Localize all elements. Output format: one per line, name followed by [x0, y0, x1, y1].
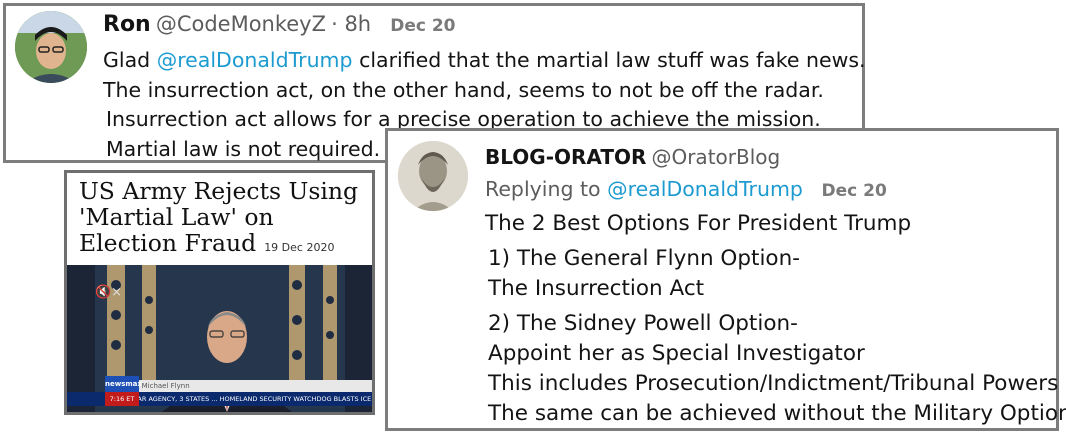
- article-headline[interactable]: US Army Rejects Using 'Martial Law' on E…: [79, 178, 369, 261]
- tweet-text-line: The Insurrection Act: [488, 276, 705, 301]
- tweet-text-line: The 2 Best Options For President Trump: [485, 211, 912, 236]
- news-article-card[interactable]: US Army Rejects Using 'Martial Law' on E…: [64, 170, 375, 415]
- speaker-muted-icon[interactable]: 🔇×: [95, 285, 122, 300]
- tweet-text-line: 2) The Sidney Powell Option-: [488, 311, 798, 336]
- author-name[interactable]: Ron: [103, 12, 151, 37]
- tweet-date: Dec 20: [821, 181, 887, 201]
- tweet-text-line: 1) The General Flynn Option-: [488, 246, 800, 271]
- author-name[interactable]: BLOG-ORATOR: [485, 145, 646, 169]
- mention-link[interactable]: @realDonaldTrump: [607, 177, 803, 201]
- video-player[interactable]: 🔇× Gen. Michael Flynn newsmax LIVE CLEAR…: [67, 265, 372, 412]
- tweet-text-line: Martial law is not required.: [106, 137, 381, 161]
- mention-link[interactable]: @realDonaldTrump: [157, 48, 353, 72]
- tweet-text-line: Appoint her as Special Investigator: [488, 341, 865, 366]
- tweet-card-blog-orator[interactable]: BLOG-ORATOR @OratorBlog Replying to @rea…: [385, 128, 1066, 431]
- avatar[interactable]: [398, 141, 468, 211]
- tweet-text-line: The insurrection act, on the other hand,…: [103, 78, 824, 102]
- tweet-date: Dec 20: [390, 16, 456, 36]
- replying-label: Replying to: [485, 177, 608, 201]
- author-handle[interactable]: @OratorBlog: [651, 145, 780, 169]
- article-date: 19 Dec 2020: [264, 241, 335, 254]
- newsmax-logo: newsmax: [105, 376, 142, 392]
- lower-third: Gen. Michael Flynn: [107, 380, 372, 392]
- text-segment: clarified that the martial law stuff was…: [352, 48, 866, 72]
- broadcast-clock: 7:16 ET: [105, 392, 139, 406]
- author-handle[interactable]: @CodeMonkeyZ: [156, 12, 326, 36]
- tweet-age: · 8h: [331, 12, 372, 36]
- tweet-text-line: Glad @realDonaldTrump clarified that the…: [103, 48, 866, 72]
- tweet-text-line: The same can be achieved without the Mil…: [488, 401, 1066, 426]
- avatar[interactable]: [15, 11, 87, 83]
- text-segment: Glad: [103, 48, 157, 72]
- tweet-text-line: This includes Prosecution/Indictment/Tri…: [488, 371, 1059, 396]
